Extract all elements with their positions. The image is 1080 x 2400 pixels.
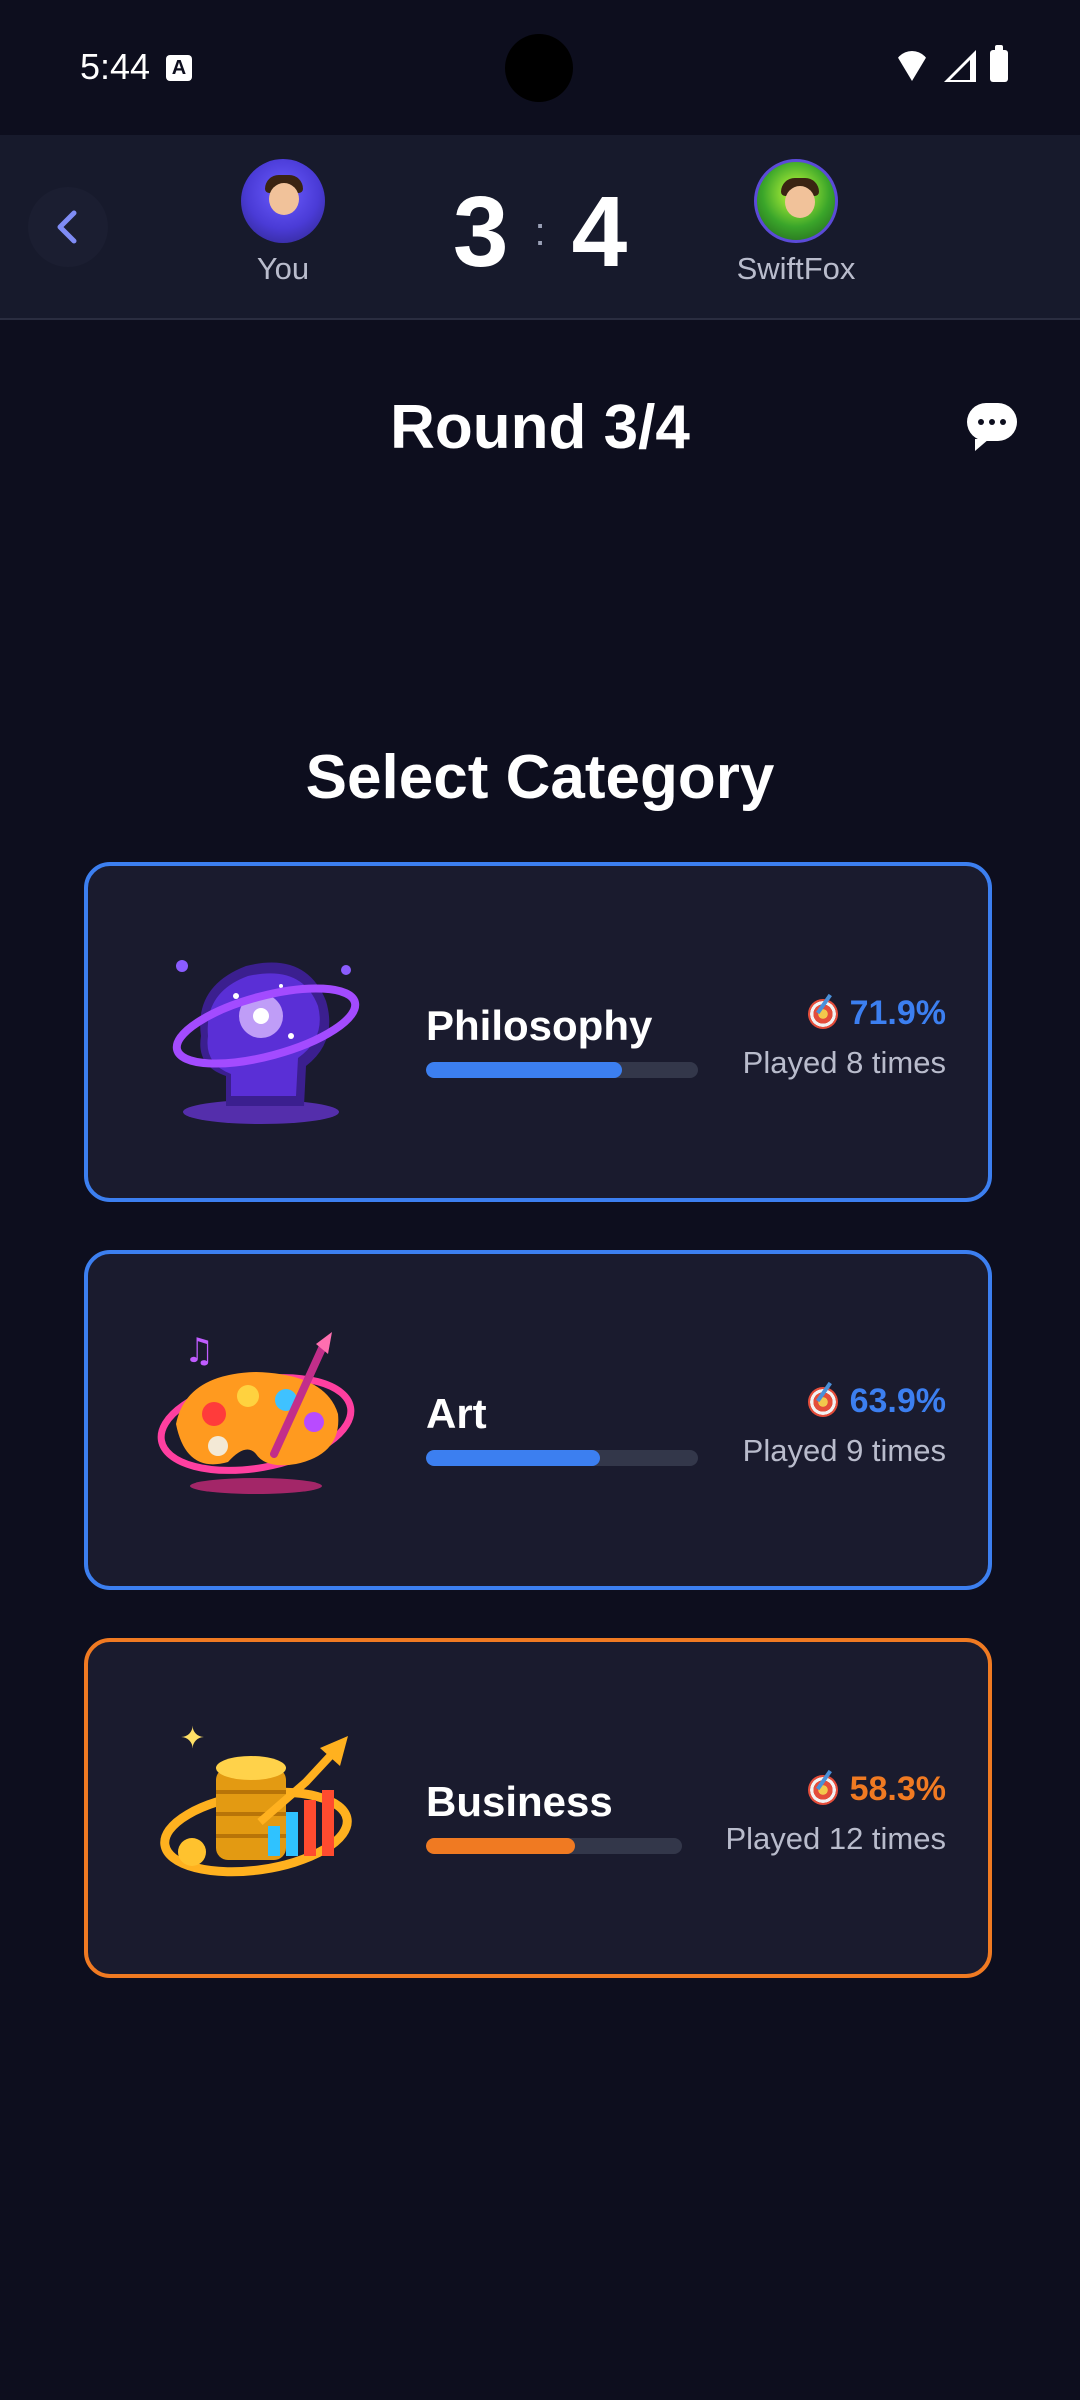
back-button[interactable] xyxy=(28,187,108,267)
progress-bar xyxy=(426,1450,698,1466)
round-label: Round 3/4 xyxy=(390,393,690,462)
art-palette-icon: ♫ xyxy=(157,1331,355,1494)
scoreboard: 3 : 4 xyxy=(440,177,640,287)
keyboard-indicator-icon: A xyxy=(166,55,192,81)
player-name: SwiftFox xyxy=(736,251,856,286)
accuracy-percent: 63.9% xyxy=(849,1382,946,1420)
player-name: You xyxy=(256,251,310,286)
category-stats: 63.9% Played 9 times xyxy=(743,1382,946,1469)
section-title: Select Category xyxy=(305,743,775,812)
status-bar: 5:44 A xyxy=(0,0,1080,135)
player-opponent: SwiftFox xyxy=(716,159,876,287)
category-stats: 71.9% Played 8 times xyxy=(743,994,946,1081)
chat-button[interactable] xyxy=(952,382,1032,462)
category-card-business[interactable]: ✦ Business 58.3% Played 12 times xyxy=(84,1638,992,1978)
coins-chart-icon: ✦ xyxy=(160,1721,352,1877)
category-name: Business xyxy=(426,1778,613,1825)
score-right: 4 xyxy=(571,176,628,288)
avatar xyxy=(241,159,325,243)
camera-cutout xyxy=(505,34,573,102)
chevron-left-icon xyxy=(57,210,77,244)
battery-icon xyxy=(990,45,1008,82)
target-icon xyxy=(807,1774,838,1805)
played-count: Played 9 times xyxy=(742,1433,946,1468)
system-icons xyxy=(894,45,1008,82)
score-separator: : xyxy=(534,209,546,254)
played-count: Played 12 times xyxy=(725,1821,946,1856)
accuracy-percent: 58.3% xyxy=(849,1770,946,1808)
category-card-art[interactable]: ♫ Art 63.9% Played 9 times xyxy=(84,1250,992,1590)
signal-icon xyxy=(944,50,976,82)
target-icon xyxy=(807,1386,838,1417)
wifi-icon xyxy=(894,51,930,81)
category-stats: 58.3% Played 12 times xyxy=(725,1770,946,1857)
category-name: Art xyxy=(426,1390,487,1437)
played-count: Played 8 times xyxy=(742,1045,946,1080)
svg-text:♫: ♫ xyxy=(184,1331,214,1371)
player-you: You xyxy=(223,159,343,287)
avatar xyxy=(754,159,838,243)
target-icon xyxy=(807,998,838,1029)
category-card-philosophy[interactable]: Philosophy 71.9% Played 8 times xyxy=(84,862,992,1202)
score-header: You 3 : 4 SwiftFox xyxy=(0,135,1080,320)
progress-bar xyxy=(426,1838,682,1854)
svg-text:✦: ✦ xyxy=(180,1721,205,1756)
status-time: 5:44 xyxy=(80,46,151,87)
galaxy-head-icon xyxy=(172,960,360,1124)
score-left: 3 xyxy=(452,176,509,288)
progress-bar xyxy=(426,1062,698,1078)
chat-bubble-icon xyxy=(967,403,1017,451)
accuracy-percent: 71.9% xyxy=(849,994,946,1032)
category-name: Philosophy xyxy=(426,1002,653,1049)
